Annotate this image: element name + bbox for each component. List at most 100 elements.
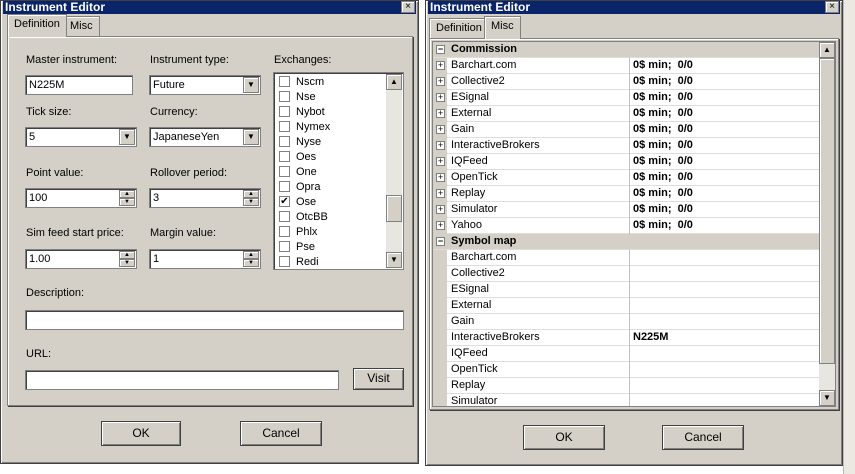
property-row[interactable]: + InteractiveBrokers 0$ min; 0/0 [433,138,819,154]
expand-icon[interactable]: + [436,189,445,198]
property-row[interactable]: Gain [433,314,819,330]
exchange-item[interactable]: Redi [275,254,387,269]
property-row[interactable]: + Gain 0$ min; 0/0 [433,122,819,138]
property-row[interactable]: + External 0$ min; 0/0 [433,106,819,122]
property-row[interactable]: + Collective2 0$ min; 0/0 [433,74,819,90]
property-row[interactable]: ESignal [433,282,819,298]
margin-value-stepper[interactable]: 1 ▲ ▼ [149,249,261,269]
visit-button[interactable]: Visit [353,368,404,390]
sim-feed-start-price-stepper[interactable]: 1.00 ▲ ▼ [25,249,137,269]
property-row[interactable]: + IQFeed 0$ min; 0/0 [433,154,819,170]
property-row[interactable]: + Replay 0$ min; 0/0 [433,186,819,202]
property-value[interactable]: 0$ min; 0/0 [633,154,693,169]
checkbox-checked-icon[interactable]: ✔ [279,196,290,207]
property-value[interactable]: 0$ min; 0/0 [633,170,693,185]
property-value[interactable]: 0$ min; 0/0 [633,58,693,73]
expand-icon[interactable]: + [436,125,445,134]
property-value[interactable]: 0$ min; 0/0 [633,186,693,201]
property-row[interactable]: Barchart.com [433,250,819,266]
checkbox-icon[interactable] [279,91,290,102]
scroll-up-icon[interactable]: ▲ [386,74,402,90]
property-row[interactable]: + Simulator 0$ min; 0/0 [433,202,819,218]
expand-icon[interactable]: + [436,61,445,70]
property-value[interactable]: 0$ min; 0/0 [633,202,693,217]
scroll-down-icon[interactable]: ▼ [819,390,835,406]
property-value[interactable]: 0$ min; 0/0 [633,138,693,153]
spinner-arrows-icon[interactable]: ▲ ▼ [119,190,135,206]
property-row[interactable]: Simulator [433,394,819,406]
collapse-icon[interactable]: − [436,45,445,54]
checkbox-icon[interactable] [279,76,290,87]
currency-select[interactable]: JapaneseYen ▼ [149,127,261,147]
exchange-item[interactable]: Nscm [275,74,387,89]
exchange-item[interactable]: Nse [275,89,387,104]
checkbox-icon[interactable] [279,211,290,222]
checkbox-icon[interactable] [279,166,290,177]
instrument-type-select[interactable]: Future ▼ [149,75,261,95]
expand-icon[interactable]: + [436,141,445,150]
property-row[interactable]: OpenTick [433,362,819,378]
cancel-button[interactable]: Cancel [662,425,744,450]
property-value[interactable]: 0$ min; 0/0 [633,106,693,121]
exchange-item[interactable]: ✔ Ose [275,194,387,209]
exchanges-list[interactable]: Nscm Nse Nybot Nymex Nyse Oes One Opra ✔ Ose OtcBB… [273,72,404,270]
ok-button[interactable]: OK [101,421,181,446]
cancel-button[interactable]: Cancel [240,421,322,446]
property-row[interactable]: Replay [433,378,819,394]
close-icon[interactable]: × [825,1,839,13]
expand-icon[interactable]: + [436,77,445,86]
property-row[interactable]: + OpenTick 0$ min; 0/0 [433,170,819,186]
close-icon[interactable]: × [401,1,415,13]
exchange-item[interactable]: Nybot [275,104,387,119]
expand-icon[interactable]: + [436,157,445,166]
exchange-item[interactable]: Phlx [275,224,387,239]
collapse-icon[interactable]: − [436,237,445,246]
checkbox-icon[interactable] [279,181,290,192]
property-value[interactable]: 0$ min; 0/0 [633,90,693,105]
property-row[interactable]: IQFeed [433,346,819,362]
exchange-item[interactable]: Oes [275,149,387,164]
checkbox-icon[interactable] [279,106,290,117]
property-row[interactable]: + Barchart.com 0$ min; 0/0 [433,58,819,74]
chevron-down-icon[interactable]: ▼ [243,129,259,145]
property-row[interactable]: + Yahoo 0$ min; 0/0 [433,218,819,234]
checkbox-icon[interactable] [279,136,290,147]
chevron-down-icon[interactable]: ▼ [243,77,259,93]
symbol-map-category[interactable]: − Symbol map [433,234,819,250]
expand-icon[interactable]: + [436,173,445,182]
exchange-item[interactable]: Pse [275,239,387,254]
checkbox-icon[interactable] [279,256,290,267]
expand-icon[interactable]: + [436,109,445,118]
exchange-item[interactable]: One [275,164,387,179]
spinner-arrows-icon[interactable]: ▲ ▼ [243,190,259,206]
property-value[interactable]: 0$ min; 0/0 [633,74,693,89]
tick-size-select[interactable]: 5 ▼ [25,127,137,147]
exchange-item[interactable]: OtcBB [275,209,387,224]
checkbox-icon[interactable] [279,151,290,162]
chevron-down-icon[interactable]: ▼ [119,129,135,145]
properties-grid[interactable]: − Commission + Barchart.com 0$ min; 0/0 + Coll… [432,41,836,407]
grid-scrollbar[interactable]: ▲ ▼ [819,42,835,406]
exchange-item[interactable]: Opra [275,179,387,194]
checkbox-icon[interactable] [279,121,290,132]
property-row[interactable]: External [433,298,819,314]
exchanges-scrollbar[interactable]: ▲ ▼ [386,74,402,268]
scrollbar-thumb[interactable] [386,195,402,222]
scroll-up-icon[interactable]: ▲ [819,42,835,58]
property-value[interactable]: 0$ min; 0/0 [633,218,693,233]
tab-misc[interactable]: Misc [484,16,521,39]
property-row[interactable]: Collective2 [433,266,819,282]
expand-icon[interactable]: + [436,221,445,230]
exchange-item[interactable]: Nyse [275,134,387,149]
ok-button[interactable]: OK [523,425,605,450]
commission-category[interactable]: − Commission [433,42,819,58]
checkbox-icon[interactable] [279,226,290,237]
property-row[interactable]: InteractiveBrokers N225M [433,330,819,346]
scroll-down-icon[interactable]: ▼ [386,252,402,268]
master-instrument-input[interactable]: N225M [25,75,133,95]
scrollbar-thumb[interactable] [819,58,835,364]
spinner-arrows-icon[interactable]: ▲ ▼ [243,251,259,267]
expand-icon[interactable]: + [436,205,445,214]
description-input[interactable] [25,310,404,330]
point-value-stepper[interactable]: 100 ▲ ▼ [25,188,137,208]
